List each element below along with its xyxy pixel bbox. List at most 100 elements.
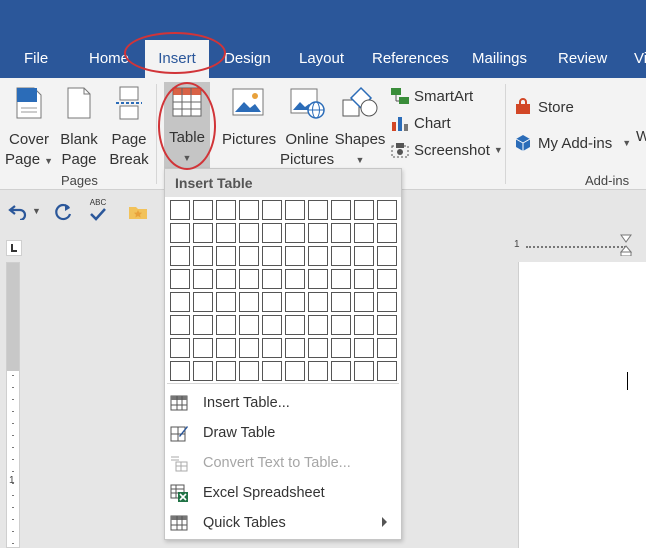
my-addins-button[interactable]: My Add-ins ▼ (514, 134, 631, 152)
menu-item-excel-spreadsheet[interactable]: Excel Spreadsheet (169, 479, 397, 507)
table-grid-cell[interactable] (285, 269, 305, 289)
table-grid-cell[interactable] (193, 269, 213, 289)
table-grid-cell[interactable] (170, 315, 190, 335)
table-grid-cell[interactable] (331, 200, 351, 220)
table-grid-cell[interactable] (239, 246, 259, 266)
table-grid-cell[interactable] (285, 361, 305, 381)
table-grid-cell[interactable] (239, 269, 259, 289)
table-grid-cell[interactable] (216, 315, 236, 335)
table-grid-cell[interactable] (239, 361, 259, 381)
table-grid-cell[interactable] (216, 246, 236, 266)
table-grid-cell[interactable] (285, 223, 305, 243)
tab-home[interactable]: Home (89, 50, 129, 67)
document-page[interactable] (518, 262, 646, 548)
table-grid-cell[interactable] (262, 200, 282, 220)
indent-marker-icon[interactable] (620, 234, 632, 256)
table-grid-cell[interactable] (377, 315, 397, 335)
table-grid-cell[interactable] (308, 200, 328, 220)
table-grid-cell[interactable] (193, 200, 213, 220)
menu-item-quick-tables[interactable]: Quick Tables (169, 509, 397, 537)
table-grid-cell[interactable] (331, 246, 351, 266)
table-grid-cell[interactable] (331, 315, 351, 335)
table-grid-cell[interactable] (354, 292, 374, 312)
table-grid-cell[interactable] (262, 269, 282, 289)
table-grid-cell[interactable] (285, 200, 305, 220)
table-grid-cell[interactable] (170, 338, 190, 358)
table-grid-cell[interactable] (308, 292, 328, 312)
table-grid-cell[interactable] (308, 246, 328, 266)
table-grid-cell[interactable] (331, 292, 351, 312)
spelling-button[interactable]: ABC (88, 198, 108, 226)
table-grid-cell[interactable] (354, 269, 374, 289)
table-grid-cell[interactable] (331, 361, 351, 381)
table-grid-cell[interactable] (262, 292, 282, 312)
table-grid-cell[interactable] (308, 223, 328, 243)
table-grid-cell[interactable] (216, 338, 236, 358)
tab-design[interactable]: Design (224, 50, 271, 67)
table-grid-cell[interactable] (193, 292, 213, 312)
table-grid-cell[interactable] (285, 246, 305, 266)
smartart-button[interactable]: SmartArt (390, 87, 473, 105)
online-pictures-button[interactable]: Online Pictures (280, 86, 334, 170)
tab-layout[interactable]: Layout (299, 50, 344, 67)
pictures-button[interactable]: Pictures (222, 86, 276, 150)
table-grid-cell[interactable] (239, 292, 259, 312)
table-grid-cell[interactable] (308, 338, 328, 358)
table-grid-cell[interactable] (262, 246, 282, 266)
table-grid-cell[interactable] (331, 269, 351, 289)
table-grid-cell[interactable] (377, 338, 397, 358)
table-grid-cell[interactable] (354, 315, 374, 335)
table-grid-cell[interactable] (285, 315, 305, 335)
table-grid-cell[interactable] (216, 200, 236, 220)
redo-button[interactable] (54, 202, 74, 227)
table-grid-cell[interactable] (331, 223, 351, 243)
folder-button[interactable] (128, 204, 148, 225)
table-grid-cell[interactable] (308, 269, 328, 289)
table-grid-cell[interactable] (354, 338, 374, 358)
table-button[interactable]: Table ▼ (164, 82, 210, 168)
wikipedia-button[interactable]: W (636, 128, 646, 145)
tab-selector[interactable] (6, 240, 22, 256)
table-grid-cell[interactable] (170, 361, 190, 381)
tab-file[interactable]: File (24, 50, 48, 67)
table-grid-cell[interactable] (377, 246, 397, 266)
menu-item-insert-table[interactable]: Insert Table... (169, 389, 397, 417)
table-grid-cell[interactable] (239, 338, 259, 358)
table-grid-cell[interactable] (354, 246, 374, 266)
table-grid-cell[interactable] (331, 338, 351, 358)
tab-review[interactable]: Review (558, 50, 607, 67)
page-break-button[interactable]: Page Break (106, 86, 152, 170)
table-grid-cell[interactable] (308, 315, 328, 335)
table-grid-cell[interactable] (262, 338, 282, 358)
store-button[interactable]: Store (514, 98, 574, 116)
tab-references[interactable]: References (372, 50, 449, 67)
undo-button[interactable]: ▼ (8, 202, 41, 220)
tab-insert[interactable]: Insert (145, 40, 209, 78)
table-grid-cell[interactable] (285, 292, 305, 312)
table-grid-cell[interactable] (216, 292, 236, 312)
screenshot-button[interactable]: Screenshot ▼ (390, 141, 503, 159)
table-grid-cell[interactable] (193, 338, 213, 358)
table-grid-cell[interactable] (170, 246, 190, 266)
table-grid-cell[interactable] (262, 223, 282, 243)
table-grid-cell[interactable] (216, 223, 236, 243)
tab-mailings[interactable]: Mailings (472, 50, 527, 67)
table-grid-cell[interactable] (170, 223, 190, 243)
table-grid-cell[interactable] (377, 269, 397, 289)
table-grid-cell[interactable] (193, 223, 213, 243)
table-grid-cell[interactable] (377, 292, 397, 312)
table-grid-cell[interactable] (193, 246, 213, 266)
table-grid-cell[interactable] (354, 223, 374, 243)
table-grid-cell[interactable] (285, 338, 305, 358)
table-grid-cell[interactable] (239, 200, 259, 220)
blank-page-button[interactable]: Blank Page (56, 86, 102, 170)
shapes-button[interactable]: Shapes ▼ (334, 86, 386, 170)
cover-page-button[interactable]: Cover Page ▼ (4, 86, 54, 171)
menu-item-draw-table[interactable]: Draw Table (169, 419, 397, 447)
table-grid-cell[interactable] (377, 200, 397, 220)
table-grid-cell[interactable] (193, 361, 213, 381)
table-grid-cell[interactable] (354, 200, 374, 220)
chart-button[interactable]: Chart (390, 114, 451, 132)
table-grid-cell[interactable] (239, 223, 259, 243)
table-grid-cell[interactable] (216, 269, 236, 289)
